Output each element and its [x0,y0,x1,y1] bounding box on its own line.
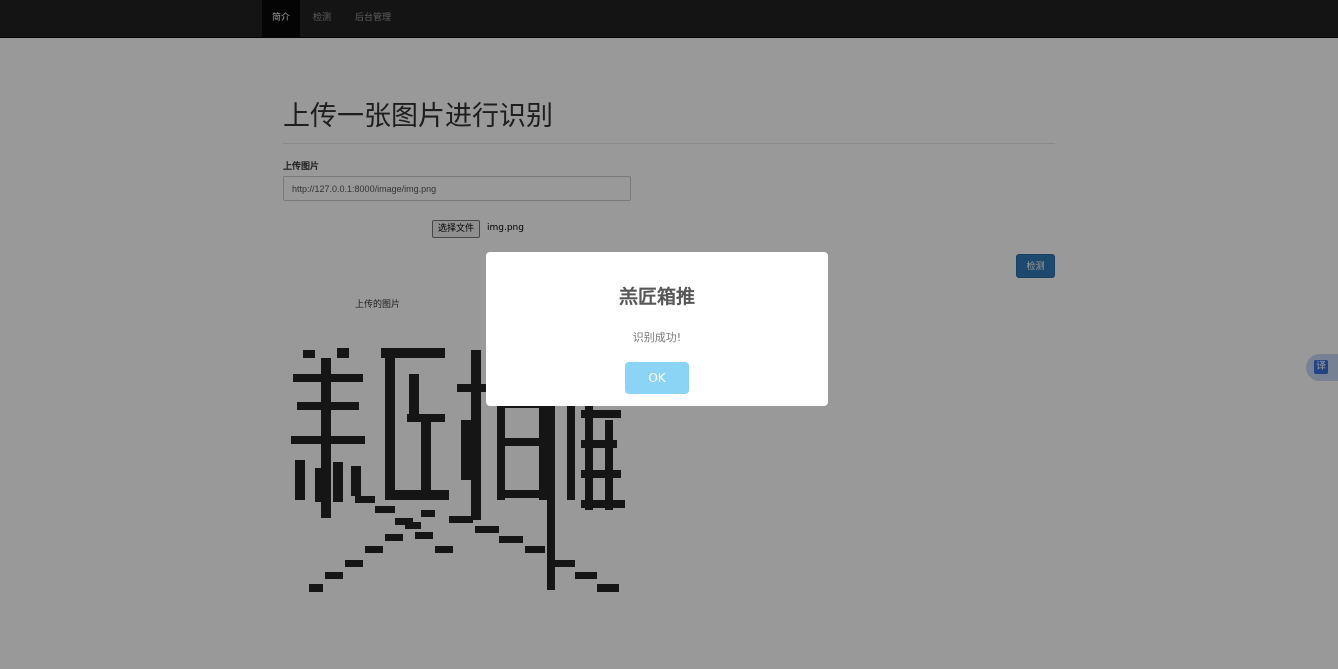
ok-button[interactable]: OK [625,362,689,394]
dialog-title: 羔匠箱推 [618,286,695,308]
result-dialog: 羔匠箱推 识别成功! OK [486,252,828,406]
dialog-message: 识别成功! [632,331,682,344]
